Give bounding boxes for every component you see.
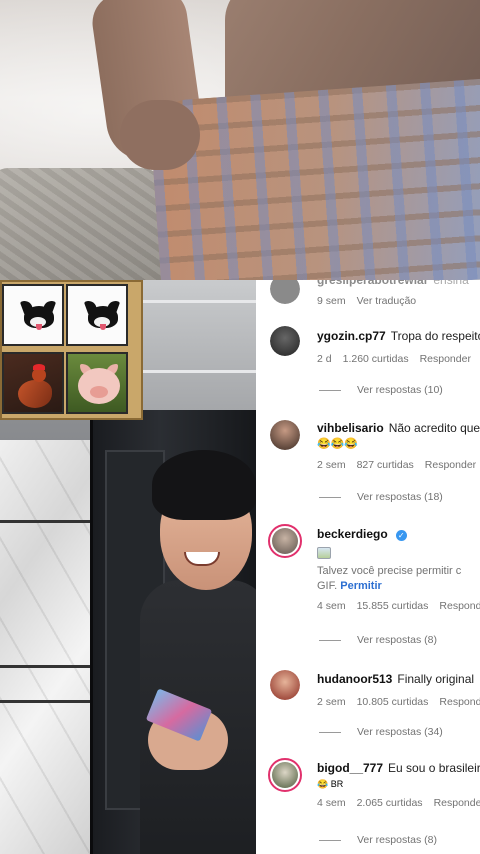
reply-button[interactable]: Responder bbox=[420, 353, 471, 365]
animal-card-grid bbox=[0, 280, 143, 420]
person-hand bbox=[120, 100, 200, 170]
like-count[interactable]: 10.805 curtidas bbox=[357, 696, 429, 708]
marble-wall bbox=[0, 440, 90, 854]
comment-text: ensina bbox=[433, 280, 469, 287]
rooster-icon bbox=[14, 364, 56, 410]
comment-username[interactable]: hudanoor513 bbox=[317, 672, 392, 686]
gif-placeholder bbox=[317, 546, 480, 564]
dog-icon bbox=[76, 298, 122, 334]
rooster-card bbox=[2, 352, 64, 414]
marble-seam bbox=[0, 700, 90, 703]
comment-text: Finally original bbox=[397, 672, 475, 686]
avatar[interactable] bbox=[270, 280, 300, 304]
translate-link[interactable]: Ver tradução bbox=[357, 295, 417, 307]
like-count[interactable]: 15.855 curtidas bbox=[357, 600, 429, 612]
dog-card bbox=[66, 284, 128, 346]
pig-card bbox=[66, 352, 128, 414]
reaction-video-frame[interactable] bbox=[0, 280, 256, 854]
comment-text: Tropa do respeito bbox=[390, 329, 480, 343]
comment-time: 9 sem bbox=[317, 295, 346, 307]
comment-text: Eu sou o brasileiro bbox=[388, 761, 480, 775]
pillow bbox=[0, 168, 170, 280]
view-replies-button[interactable]: Ver respostas (8) bbox=[319, 634, 437, 646]
plaid-shorts bbox=[148, 78, 480, 280]
comment-emoji: 😂 BR bbox=[317, 779, 344, 789]
ceiling-line bbox=[140, 300, 256, 303]
comment-time: 4 sem bbox=[317, 600, 346, 612]
comments-panel[interactable]: gresilperabotrewlar ensina 9 sem Ver tradu… bbox=[256, 280, 480, 854]
dog-icon bbox=[12, 298, 58, 334]
gif-label: GIF. bbox=[317, 580, 338, 592]
dog-card bbox=[2, 284, 64, 346]
like-count[interactable]: 827 curtidas bbox=[357, 459, 414, 471]
pig-icon bbox=[76, 364, 122, 408]
view-replies-button[interactable]: Ver respostas (18) bbox=[319, 491, 443, 503]
comment-time: 2 sem bbox=[317, 696, 346, 708]
comment-username[interactable]: bigod__777 bbox=[317, 761, 383, 775]
avatar[interactable] bbox=[268, 758, 302, 792]
reply-button[interactable]: Responder bbox=[439, 696, 480, 708]
comment-username[interactable]: gresilperabotrewlar bbox=[317, 280, 428, 287]
like-count[interactable]: 2.065 curtidas bbox=[357, 797, 423, 809]
gif-permission-text: Talvez você precise permitir c bbox=[317, 565, 462, 577]
marble-seam bbox=[0, 665, 90, 668]
reply-button[interactable]: Responder bbox=[439, 600, 480, 612]
avatar[interactable] bbox=[270, 420, 300, 450]
avatar[interactable] bbox=[268, 524, 302, 558]
comment-username[interactable]: vihbelisario bbox=[317, 421, 384, 435]
avatar[interactable] bbox=[270, 326, 300, 356]
comment-time: 2 d bbox=[317, 353, 332, 365]
ceiling-line bbox=[140, 370, 256, 373]
like-count[interactable]: 1.260 curtidas bbox=[343, 353, 409, 365]
comment-emoji: 😂😂😂 bbox=[317, 438, 359, 450]
verified-badge-icon: ✓ bbox=[395, 530, 407, 541]
view-replies-button[interactable]: Ver respostas (8) bbox=[319, 834, 437, 846]
view-replies-button[interactable]: Ver respostas (10) bbox=[319, 384, 443, 396]
view-replies-button[interactable]: Ver respostas (34) bbox=[319, 726, 443, 738]
smiling-person bbox=[140, 450, 256, 854]
permit-link[interactable]: Permitir bbox=[340, 580, 382, 592]
comment-text: Não acredito que bbox=[388, 421, 480, 435]
top-video-frame[interactable] bbox=[0, 0, 480, 280]
comment-username[interactable]: beckerdiego bbox=[317, 527, 388, 541]
marble-seam bbox=[0, 520, 90, 523]
comment-username[interactable]: ygozin.cp77 bbox=[317, 329, 386, 343]
image-icon bbox=[317, 547, 331, 559]
comment-time: 2 sem bbox=[317, 459, 346, 471]
avatar[interactable] bbox=[270, 670, 300, 700]
reply-button[interactable]: Responder bbox=[425, 459, 476, 471]
comment-time: 4 sem bbox=[317, 797, 346, 809]
reply-button[interactable]: Responder bbox=[434, 797, 480, 809]
